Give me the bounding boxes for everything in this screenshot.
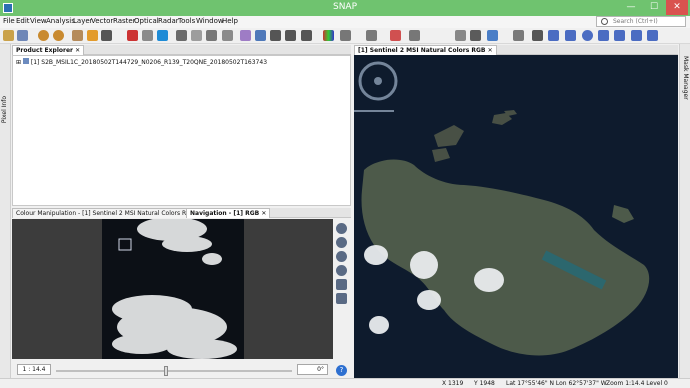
- ellipse-icon[interactable]: [582, 30, 593, 41]
- image-layer-icon[interactable]: [101, 30, 112, 41]
- image-view[interactable]: [354, 55, 678, 378]
- minimize-button[interactable]: —: [620, 0, 642, 15]
- measure-icon[interactable]: [532, 30, 543, 41]
- menu-edit[interactable]: Edit: [16, 17, 30, 25]
- navigation-tab-label: Navigation - [1] RGB: [190, 210, 260, 217]
- menu-help[interactable]: Help: [222, 17, 238, 25]
- tab-navigation[interactable]: Navigation - [1] RGB ✕: [186, 208, 271, 218]
- menu-raster[interactable]: Raster: [113, 17, 136, 25]
- wave-icon[interactable]: [255, 30, 266, 41]
- pin-icon[interactable]: [487, 30, 498, 41]
- zoom-slider[interactable]: [56, 370, 292, 372]
- close-button[interactable]: ✕: [666, 0, 688, 15]
- status-bar: X 1319 Y 1948 Lat 17°55'46" N Lon 62°57'…: [0, 378, 690, 388]
- rotation-field[interactable]: 0°: [297, 364, 328, 375]
- search-placeholder: Search (Ctrl+I): [613, 18, 658, 25]
- status-x: X 1319: [442, 380, 464, 387]
- window-title: SNAP: [332, 2, 358, 12]
- zoom-pixel-icon[interactable]: [336, 251, 347, 262]
- bottom-panel-header: Colour Manipulation - [1] Sentinel 2 MSI…: [12, 208, 351, 218]
- product-explorer-header: Product Explorer ✕: [12, 45, 351, 55]
- right-side-strip: Mask Manager: [679, 44, 690, 378]
- menu-layer[interactable]: Layer: [73, 17, 93, 25]
- status-latlon: Lat 17°55'46" N Lon 62°57'37" W: [506, 380, 607, 387]
- search-input[interactable]: Search (Ctrl+I): [596, 16, 686, 27]
- product-icon: [22, 58, 29, 64]
- pointer-icon[interactable]: [409, 30, 420, 41]
- brush-icon[interactable]: [87, 30, 98, 41]
- status-y: Y 1948: [474, 380, 495, 387]
- menu-bar: File Edit View Analysis Layer Vector Ras…: [0, 16, 690, 28]
- pixel-info-tab[interactable]: Pixel Info: [1, 96, 8, 123]
- zoom-all-icon[interactable]: [336, 265, 347, 276]
- sync-views-icon[interactable]: [336, 279, 347, 290]
- mask-icon[interactable]: [142, 30, 153, 41]
- wand-icon[interactable]: [72, 30, 83, 41]
- rgb-icon[interactable]: [323, 30, 334, 41]
- menu-file[interactable]: File: [3, 17, 15, 25]
- search-icon: [601, 18, 608, 25]
- paint-icon[interactable]: [127, 30, 138, 41]
- zoom-tool-icon[interactable]: [470, 30, 481, 41]
- draw-line-icon[interactable]: [548, 30, 559, 41]
- product-label: [1] S2B_MSIL1C_20180502T144729_N0206_R13…: [30, 59, 268, 66]
- menu-optical[interactable]: Optical: [134, 17, 159, 25]
- tab-image-view[interactable]: [1] Sentinel 2 MSI Natural Colors RGB ✕: [354, 45, 497, 55]
- graph-icon[interactable]: [270, 30, 281, 41]
- hand-icon[interactable]: [455, 30, 466, 41]
- tab-colour-manipulation[interactable]: Colour Manipulation - [1] Sentinel 2 MSI…: [12, 208, 199, 218]
- network-icon[interactable]: [390, 30, 401, 41]
- satellite-image: [354, 55, 678, 378]
- save-icon[interactable]: [17, 30, 28, 41]
- colour-tab-label: Colour Manipulation - [1] Sentinel 2 MSI…: [16, 210, 195, 217]
- open-product-icon[interactable]: [3, 30, 14, 41]
- blue-drop-icon[interactable]: [157, 30, 168, 41]
- gcp-icon[interactable]: [340, 30, 351, 41]
- sync-icon[interactable]: [647, 30, 658, 41]
- gcp2-icon[interactable]: [366, 30, 377, 41]
- zoom-out-tool-icon[interactable]: [631, 30, 642, 41]
- product-explorer-title: Product Explorer: [16, 47, 73, 54]
- product-explorer-panel: ⊞ [1] S2B_MSIL1C_20180502T144729_N0206_R…: [12, 55, 351, 206]
- scale-field[interactable]: 1 : 14.4: [17, 364, 51, 375]
- toolbar: [0, 28, 690, 44]
- maximize-button[interactable]: ☐: [643, 0, 665, 15]
- mask-manager-tab[interactable]: Mask Manager: [682, 56, 689, 100]
- square-icon[interactable]: [598, 30, 609, 41]
- image-view-header: [1] Sentinel 2 MSI Natural Colors RGB ✕: [354, 45, 678, 55]
- title-bar: SNAP — ☐ ✕: [0, 0, 690, 16]
- tree-item-product[interactable]: ⊞ [1] S2B_MSIL1C_20180502T144729_N0206_R…: [16, 58, 267, 66]
- spectrum-icon[interactable]: [240, 30, 251, 41]
- menu-radar[interactable]: Radar: [158, 17, 179, 25]
- status-zoom: Zoom 1:14.4 Level 0: [606, 380, 668, 387]
- stack-icon[interactable]: [222, 30, 233, 41]
- select-icon[interactable]: [614, 30, 625, 41]
- sigma-icon[interactable]: [301, 30, 312, 41]
- polygon-icon[interactable]: [206, 30, 217, 41]
- navigation-tools: [333, 219, 351, 359]
- redo-icon[interactable]: [53, 30, 64, 41]
- menu-view[interactable]: View: [30, 17, 47, 25]
- draw-shape-icon[interactable]: [565, 30, 576, 41]
- menu-tools[interactable]: Tools: [178, 17, 195, 25]
- tab-product-explorer[interactable]: Product Explorer ✕: [12, 45, 85, 55]
- navigation-view[interactable]: [12, 217, 351, 359]
- navigation-preview: [102, 217, 244, 359]
- menu-window[interactable]: Window: [196, 17, 224, 25]
- layers-icon[interactable]: [176, 30, 187, 41]
- sync-cursor-icon[interactable]: [336, 293, 347, 304]
- zoom-in-icon[interactable]: [336, 223, 347, 234]
- menu-analysis[interactable]: Analysis: [46, 17, 75, 25]
- image-tab-label: [1] Sentinel 2 MSI Natural Colors RGB: [358, 47, 486, 54]
- zoom-out-icon[interactable]: [336, 237, 347, 248]
- zoom-slider-knob[interactable]: [164, 366, 168, 376]
- undo-icon[interactable]: [38, 30, 49, 41]
- time-series-icon[interactable]: [191, 30, 202, 41]
- help-button[interactable]: ?: [336, 365, 347, 376]
- chart-icon[interactable]: [285, 30, 296, 41]
- left-side-strip: Pixel Info: [0, 44, 11, 378]
- gcp-tool-icon[interactable]: [513, 30, 524, 41]
- menu-vector[interactable]: Vector: [91, 17, 113, 25]
